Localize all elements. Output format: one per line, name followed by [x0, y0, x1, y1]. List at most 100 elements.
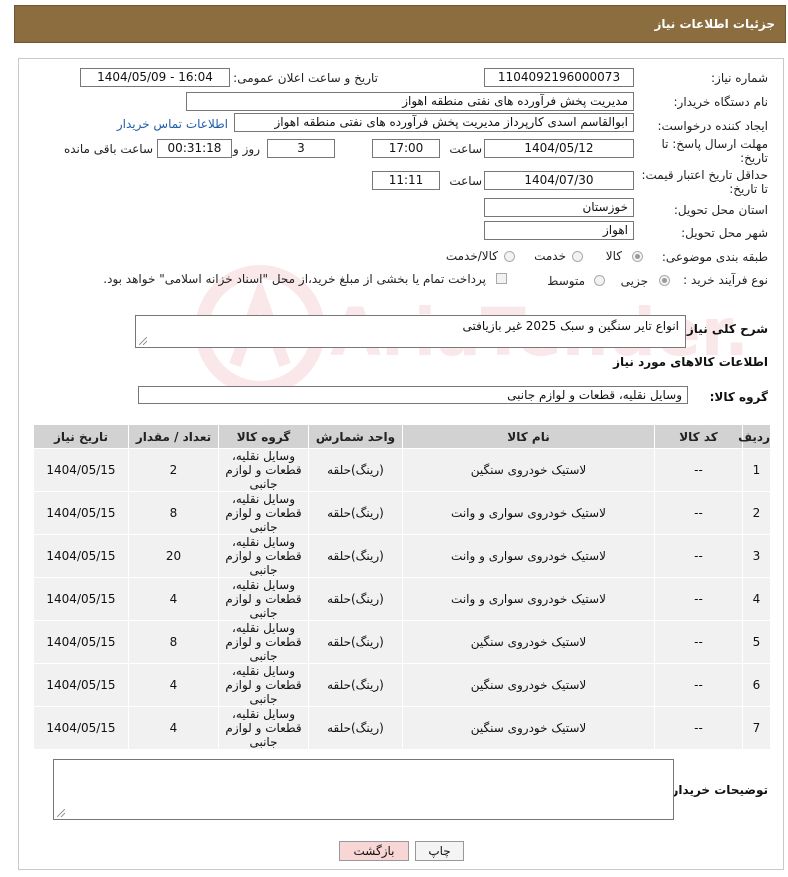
page-header: جزئیات اطلاعات نیاز: [14, 5, 786, 43]
cell-name: لاستیک خودروی سواری و وانت: [402, 577, 655, 621]
cell-qty: 4: [128, 663, 219, 707]
cell-unit: (رینگ)حلقه: [308, 706, 403, 750]
cell-code: --: [654, 706, 743, 750]
resize-grip-icon[interactable]: [139, 337, 147, 345]
remaining-time-field[interactable]: 00:31:18: [157, 139, 232, 158]
city-label: شهر محل تحویل:: [681, 226, 768, 240]
cell-qty: 8: [128, 620, 219, 664]
buyer-org-field[interactable]: مدیریت پخش فرآورده های نفتی منطقه اهواز: [186, 92, 634, 111]
cell-group: وسایل نقلیه، قطعات و لوازم جانبی: [218, 491, 309, 535]
goods-group-field[interactable]: وسایل نقلیه، قطعات و لوازم جانبی: [138, 386, 688, 404]
cell-qty: 2: [128, 448, 219, 492]
cell-row-no: 6: [742, 663, 771, 707]
category-option-service: خدمت: [534, 249, 566, 263]
announce-date-label: تاریخ و ساعت اعلان عمومی:: [233, 71, 378, 85]
reply-deadline-label-2: تاریخ:: [740, 151, 768, 165]
cell-code: --: [654, 534, 743, 578]
province-label: استان محل تحویل:: [673, 203, 768, 217]
creator-field[interactable]: ابوالقاسم اسدی کارپرداز مدیریت پخش فرآور…: [234, 113, 634, 132]
col-header-code: کد کالا: [654, 424, 743, 449]
table-row[interactable]: 2 -- لاستیک خودروی سواری و وانت (رینگ)حل…: [33, 491, 771, 535]
category-label: طبقه بندی موضوعی:: [661, 250, 768, 264]
col-header-name: نام کالا: [402, 424, 655, 449]
days-field[interactable]: 3: [267, 139, 335, 158]
price-validity-label: حداقل تاریخ اعتبار قیمت:: [641, 168, 768, 182]
category-radio-goods[interactable]: [632, 251, 643, 262]
table-row[interactable]: 3 -- لاستیک خودروی سواری و وانت (رینگ)حل…: [33, 534, 771, 578]
need-number-field[interactable]: 1104092196000073: [484, 68, 634, 87]
cell-qty: 4: [128, 577, 219, 621]
table-row[interactable]: 6 -- لاستیک خودروی سنگین (رینگ)حلقه وسای…: [33, 663, 771, 707]
cell-date: 1404/05/15: [33, 448, 129, 492]
print-button[interactable]: چاپ: [415, 841, 464, 861]
category-radio-goods-service[interactable]: [504, 251, 515, 262]
cell-name: لاستیک خودروی سواری و وانت: [402, 491, 655, 535]
reply-time-label: ساعت: [449, 142, 482, 156]
buyer-notes-textarea[interactable]: [53, 759, 674, 820]
cell-group: وسایل نقلیه، قطعات و لوازم جانبی: [218, 577, 309, 621]
cell-code: --: [654, 448, 743, 492]
table-row[interactable]: 4 -- لاستیک خودروی سواری و وانت (رینگ)حل…: [33, 577, 771, 621]
cell-group: وسایل نقلیه، قطعات و لوازم جانبی: [218, 620, 309, 664]
cell-qty: 4: [128, 706, 219, 750]
process-type-label: نوع فرآیند خرید :: [683, 273, 768, 287]
cell-date: 1404/05/15: [33, 534, 129, 578]
cell-name: لاستیک خودروی سنگین: [402, 448, 655, 492]
cell-unit: (رینگ)حلقه: [308, 577, 403, 621]
table-row[interactable]: 5 -- لاستیک خودروی سنگین (رینگ)حلقه وسای…: [33, 620, 771, 664]
category-option-goods-service: کالا/خدمت: [445, 249, 498, 263]
cell-code: --: [654, 620, 743, 664]
goods-table: ردیف کد کالا نام کالا واحد شمارش گروه کا…: [33, 424, 771, 750]
cell-row-no: 2: [742, 491, 771, 535]
cell-group: وسایل نقلیه، قطعات و لوازم جانبی: [218, 534, 309, 578]
cell-row-no: 5: [742, 620, 771, 664]
description-label: شرح کلی نیاز:: [682, 322, 768, 336]
announce-date-field[interactable]: 1404/05/09 - 16:04: [80, 68, 230, 87]
col-header-row-no: ردیف: [738, 424, 771, 449]
table-row[interactable]: 1 -- لاستیک خودروی سنگین (رینگ)حلقه وسای…: [33, 448, 771, 492]
price-date-field[interactable]: 1404/07/30: [484, 171, 634, 190]
cell-code: --: [654, 577, 743, 621]
back-button[interactable]: بازگشت: [339, 841, 409, 861]
creator-label: ایجاد کننده درخواست:: [657, 119, 768, 133]
page-title: جزئیات اطلاعات نیاز: [654, 17, 775, 31]
table-row[interactable]: 7 -- لاستیک خودروی سنگین (رینگ)حلقه وسای…: [33, 706, 771, 750]
remaining-time-label: ساعت باقی مانده: [63, 142, 153, 156]
col-header-qty: تعداد / مقدار: [128, 424, 219, 449]
category-radio-service[interactable]: [572, 251, 583, 262]
cell-qty: 20: [128, 534, 219, 578]
buyer-contact-link[interactable]: اطلاعات تماس خریدار: [117, 117, 228, 131]
cell-group: وسایل نقلیه، قطعات و لوازم جانبی: [218, 448, 309, 492]
cell-name: لاستیک خودروی سنگین: [402, 663, 655, 707]
days-label: روز و: [233, 142, 260, 156]
cell-date: 1404/05/15: [33, 663, 129, 707]
price-time-field[interactable]: 11:11: [372, 171, 440, 190]
cell-row-no: 7: [742, 706, 771, 750]
category-option-goods: کالا: [605, 249, 622, 263]
col-header-date: تاریخ نیاز: [33, 424, 129, 449]
cell-unit: (رینگ)حلقه: [308, 534, 403, 578]
treasury-payment-checkbox[interactable]: [496, 273, 507, 284]
cell-qty: 8: [128, 491, 219, 535]
reply-date-field[interactable]: 1404/05/12: [484, 139, 634, 158]
cell-group: وسایل نقلیه، قطعات و لوازم جانبی: [218, 706, 309, 750]
description-textarea[interactable]: انواع تایر سنگین و سبک 2025 غیر بازیافتی: [135, 315, 686, 348]
goods-info-title: اطلاعات کالاهای مورد نیاز: [613, 355, 768, 369]
cell-unit: (رینگ)حلقه: [308, 663, 403, 707]
province-field[interactable]: خوزستان: [484, 198, 634, 217]
process-option-minor: جزیی: [620, 274, 648, 288]
price-validity-label-2: تا تاریخ:: [729, 182, 768, 196]
reply-time-field[interactable]: 17:00: [372, 139, 440, 158]
cell-date: 1404/05/15: [33, 620, 129, 664]
cell-unit: (رینگ)حلقه: [308, 491, 403, 535]
table-header-row: ردیف کد کالا نام کالا واحد شمارش گروه کا…: [33, 424, 771, 449]
cell-row-no: 1: [742, 448, 771, 492]
process-radio-medium[interactable]: [594, 275, 605, 286]
cell-date: 1404/05/15: [33, 491, 129, 535]
cell-date: 1404/05/15: [33, 706, 129, 750]
cell-name: لاستیک خودروی سنگین: [402, 620, 655, 664]
cell-code: --: [654, 663, 743, 707]
resize-grip-icon[interactable]: [57, 809, 65, 817]
process-radio-minor[interactable]: [659, 275, 670, 286]
city-field[interactable]: اهواز: [484, 221, 634, 240]
